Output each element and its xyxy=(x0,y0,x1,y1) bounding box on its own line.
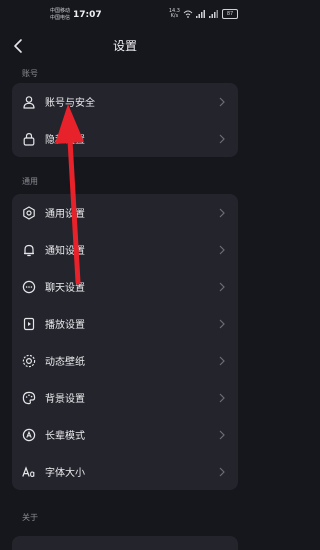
play-icon xyxy=(22,317,36,331)
settings-row-account-security[interactable]: 账号与安全 xyxy=(12,83,238,120)
wifi-icon xyxy=(183,10,193,18)
section-label-account: 账号 xyxy=(22,69,38,78)
settings-row-font-size[interactable]: 字体大小 xyxy=(12,453,238,490)
carrier-1: 中国移动 xyxy=(50,8,71,14)
chevron-right-icon xyxy=(218,429,226,441)
battery-icon: 87 xyxy=(222,9,238,19)
chevron-right-icon xyxy=(218,281,226,293)
font-size-icon xyxy=(22,465,36,479)
carrier-2: 中国电信 xyxy=(50,15,71,21)
settings-row-label: 隐私设置 xyxy=(45,135,85,146)
account-group: 账号与安全 隐私设置 xyxy=(12,83,238,157)
section-label-about: 关于 xyxy=(22,513,38,522)
status-time: 17:07 xyxy=(73,10,102,20)
settings-row-label: 长辈模式 xyxy=(45,431,85,442)
chevron-right-icon xyxy=(218,392,226,404)
settings-row-label: 账号与安全 xyxy=(45,98,95,109)
elder-mode-icon xyxy=(22,428,36,442)
settings-row-label: 播放设置 xyxy=(45,320,85,331)
settings-row-label: 通知设置 xyxy=(45,246,85,257)
gear-icon xyxy=(22,205,36,220)
person-icon xyxy=(22,95,36,109)
general-group: 通用设置 通知设置 聊天设置 播放设置 动态壁纸 背景设置 长辈模式 字体大小 xyxy=(12,194,238,490)
signal-icon xyxy=(196,10,206,18)
settings-row-playback[interactable]: 播放设置 xyxy=(12,305,238,342)
settings-row-dynamic-wallpaper[interactable]: 动态壁纸 xyxy=(12,342,238,379)
chevron-right-icon xyxy=(218,466,226,478)
settings-row-elder-mode[interactable]: 长辈模式 xyxy=(12,416,238,453)
carrier-info: 中国移动 中国电信 xyxy=(50,8,70,22)
settings-row-label: 背景设置 xyxy=(45,394,85,405)
status-bar: 中国移动 中国电信 17:07 14.3 K/s 87 xyxy=(0,0,250,28)
signal-icon-2 xyxy=(209,10,219,18)
settings-row-label: 字体大小 xyxy=(45,468,85,479)
settings-row-chat[interactable]: 聊天设置 xyxy=(12,268,238,305)
settings-row-label: 动态壁纸 xyxy=(45,357,85,368)
top-nav-bar: 设置 xyxy=(0,30,250,62)
settings-row-label: 聊天设置 xyxy=(45,283,85,294)
bell-icon xyxy=(22,243,36,257)
chevron-right-icon xyxy=(218,207,226,219)
settings-row-background[interactable]: 背景设置 xyxy=(12,379,238,416)
network-speed: 14.3 K/s xyxy=(169,9,180,19)
chevron-right-icon xyxy=(218,318,226,330)
chevron-right-icon xyxy=(218,133,226,145)
chevron-right-icon xyxy=(218,244,226,256)
settings-row-general[interactable]: 通用设置 xyxy=(12,194,238,231)
settings-row-notifications[interactable]: 通知设置 xyxy=(12,231,238,268)
lock-icon xyxy=(22,132,36,146)
section-label-general: 通用 xyxy=(22,177,38,186)
chevron-right-icon xyxy=(218,355,226,367)
page-title: 设置 xyxy=(112,39,137,53)
palette-icon xyxy=(22,391,36,405)
chevron-right-icon xyxy=(218,96,226,108)
wallpaper-icon xyxy=(22,354,36,368)
status-indicators: 14.3 K/s 87 xyxy=(169,9,238,19)
chat-bubble-icon xyxy=(22,280,36,294)
network-speed-unit: K/s xyxy=(170,13,179,19)
settings-row-label: 通用设置 xyxy=(45,209,85,220)
about-group xyxy=(12,536,238,550)
settings-row-privacy[interactable]: 隐私设置 xyxy=(12,120,238,157)
